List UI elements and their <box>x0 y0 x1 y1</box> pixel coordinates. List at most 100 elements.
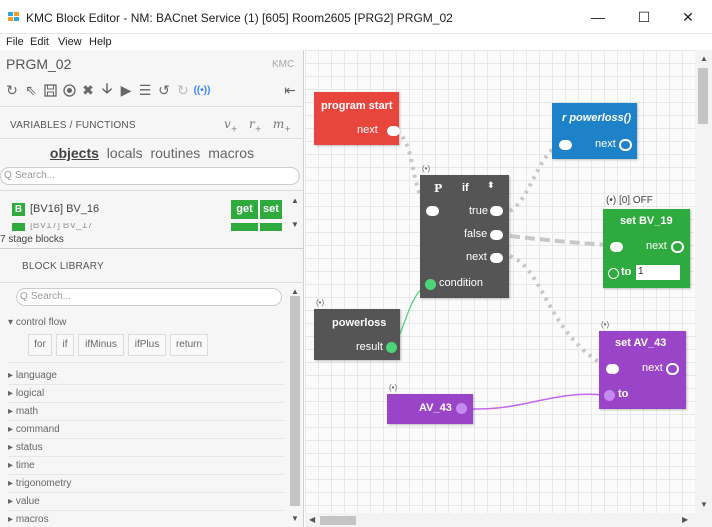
for-block-button[interactable]: for <box>28 334 52 356</box>
menu-view[interactable]: View <box>58 36 82 48</box>
value-port[interactable] <box>456 403 467 414</box>
true-port[interactable] <box>490 206 503 216</box>
next-port[interactable] <box>619 139 632 151</box>
category-command[interactable]: ▸ command <box>8 424 284 439</box>
variables-search-input[interactable]: Q Search... <box>0 167 300 185</box>
broadcast-icon: (•) <box>316 298 325 307</box>
value-input[interactable]: 1 <box>636 265 680 280</box>
program-start-block[interactable]: program start next <box>314 92 400 145</box>
broadcast-icon: (•) <box>389 383 398 392</box>
scroll-up-arrow[interactable]: ▲ <box>290 196 300 205</box>
next-port[interactable] <box>671 241 684 253</box>
scroll-right-arrow[interactable]: ▶ <box>682 515 688 524</box>
next-port[interactable] <box>666 363 679 375</box>
play-icon[interactable]: ▶ <box>118 82 134 98</box>
powerloss-function-block[interactable]: r powerloss() next <box>552 103 637 159</box>
new-macro-icon[interactable]: m+ <box>273 117 291 133</box>
save-icon[interactable] <box>42 82 58 98</box>
input-port[interactable] <box>606 364 619 374</box>
canvas-vertical-scrollbar[interactable]: ▲ ▼ <box>695 50 712 513</box>
category-value[interactable]: ▸ value <box>8 496 284 511</box>
category-time[interactable]: ▸ time <box>8 460 284 475</box>
av43-value-block[interactable]: AV_43 <box>387 394 473 424</box>
broadcast-icon: (•) <box>422 164 431 173</box>
tab-locals[interactable]: locals <box>107 145 143 161</box>
set-bv19-block[interactable]: set BV_19 next to 1 <box>603 209 690 288</box>
divider <box>0 106 304 107</box>
get-button[interactable]: get <box>231 200 258 219</box>
powerloss-block[interactable]: powerloss result <box>314 309 400 360</box>
category-logical[interactable]: ▸ logical <box>8 388 284 403</box>
collapse-icon[interactable]: ⇤ <box>282 82 298 98</box>
brand-label: KMC <box>272 59 295 70</box>
list-icon[interactable]: ☰ <box>137 82 153 98</box>
download-icon[interactable]: 🡣 <box>99 80 115 98</box>
variables-header: VARIABLES / FUNCTIONS <box>10 120 136 131</box>
result-port[interactable] <box>386 342 397 353</box>
canvas-horizontal-scrollbar[interactable]: ◀ ▶ <box>305 513 712 527</box>
if-block-button[interactable]: if <box>56 334 74 356</box>
false-port[interactable] <box>490 230 503 240</box>
block-canvas[interactable]: program start next r powerloss() next (•… <box>305 50 695 513</box>
redo-icon[interactable]: ↻ <box>175 82 191 98</box>
cursor-icon[interactable]: ⇖ <box>23 82 39 98</box>
set-button[interactable]: set <box>260 200 282 219</box>
input-port[interactable] <box>610 242 623 252</box>
input-port[interactable] <box>426 206 439 216</box>
refresh-icon[interactable]: ↻ <box>4 82 20 98</box>
tab-objects[interactable]: objects <box>50 145 99 161</box>
control-flow-header[interactable]: ▾ control flow <box>8 317 66 328</box>
library-search-input[interactable]: Q Search... <box>16 288 282 306</box>
condition-port[interactable] <box>425 279 436 290</box>
menu-edit[interactable]: Edit <box>30 36 49 48</box>
return-block-button[interactable]: return <box>170 334 208 356</box>
to-port[interactable] <box>604 390 615 401</box>
input-port[interactable] <box>559 140 572 150</box>
category-math[interactable]: ▸ math <box>8 406 284 421</box>
new-variable-icon[interactable]: v+ <box>224 117 237 133</box>
tab-routines[interactable]: routines <box>150 145 200 161</box>
variable-type-icons: v+ r+ m+ <box>224 117 291 133</box>
delete-icon[interactable]: ✖ <box>80 82 96 98</box>
maximize-button[interactable]: ☐ <box>622 0 666 34</box>
binary-value-badge: B <box>12 203 25 216</box>
category-trigonometry[interactable]: ▸ trigonometry <box>8 478 284 493</box>
menu-help[interactable]: Help <box>89 36 112 48</box>
next-port[interactable] <box>490 253 503 263</box>
scroll-left-arrow[interactable]: ◀ <box>309 515 315 524</box>
to-port[interactable] <box>608 268 619 279</box>
tab-macros[interactable]: macros <box>208 145 254 161</box>
divider <box>8 362 284 363</box>
category-macros[interactable]: ▸ macros <box>8 514 284 527</box>
false-port-label: false <box>464 228 488 240</box>
category-status[interactable]: ▸ status <box>8 442 284 457</box>
new-routine-icon[interactable]: r+ <box>249 117 261 133</box>
scroll-down-arrow[interactable]: ▼ <box>290 220 300 229</box>
menu-file[interactable]: File <box>6 36 24 48</box>
scroll-down-arrow[interactable]: ▼ <box>700 500 708 509</box>
scroll-up-arrow[interactable]: ▲ <box>290 287 300 296</box>
category-language[interactable]: ▸ language <box>8 370 284 385</box>
ifplus-block-button[interactable]: ifPlus <box>128 334 166 356</box>
block-title: program start <box>321 100 393 112</box>
minimize-button[interactable]: — <box>576 0 620 34</box>
ifminus-block-button[interactable]: ifMinus <box>78 334 124 356</box>
block-title: if <box>462 182 469 194</box>
close-button[interactable]: ✕ <box>666 0 710 34</box>
menu-bar: File Edit View Help <box>0 34 712 50</box>
scroll-thumb[interactable] <box>698 68 708 124</box>
scroll-thumb[interactable] <box>320 516 356 525</box>
scroll-down-arrow[interactable]: ▼ <box>290 514 300 523</box>
broadcast-icon[interactable]: ((•)) <box>194 82 211 98</box>
undo-icon[interactable]: ↺ <box>156 82 172 98</box>
next-port-label: next <box>646 240 667 252</box>
block-title: set AV_43 <box>615 337 667 349</box>
stage-blocks-count: 7 stage blocks <box>0 234 64 245</box>
library-scrollbar[interactable] <box>290 296 300 506</box>
if-block[interactable]: P if ⬍ true false next condition <box>420 175 509 298</box>
scroll-up-arrow[interactable]: ▲ <box>700 54 708 63</box>
record-icon[interactable] <box>61 82 77 98</box>
next-port[interactable] <box>387 126 400 136</box>
set-av43-block[interactable]: set AV_43 next to <box>599 331 686 409</box>
reorder-icon[interactable]: ⬍ <box>487 180 495 191</box>
